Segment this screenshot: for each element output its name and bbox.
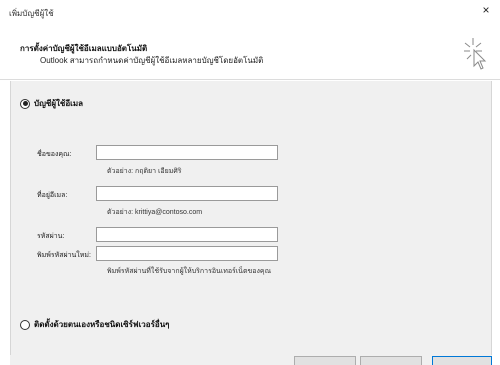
retype-password-hint: พิมพ์รหัสผ่านที่ใช้รับจากผู้ให้บริการอิน… [107,268,272,275]
retype-password-label: พิมพ์รหัสผ่านใหม่: [37,252,91,259]
name-input[interactable] [96,145,278,160]
window-title: เพิ่มบัญชีผู้ใช้ [9,9,54,18]
dialog-header: การตั้งค่าบัญชีผู้ใช้อีเมลแบบอัตโนมัติ O… [0,24,500,80]
manual-setup-label: ติดตั้งด้วยตนเองหรือชนิดเซิร์ฟเวอร์อื่นๆ [34,320,170,329]
title-bar: เพิ่มบัญชีผู้ใช้ × [0,0,500,24]
radio-selected[interactable] [20,98,30,109]
email-account-radio[interactable]: บัญชีผู้ใช้อีเมล [20,97,83,110]
header-subtitle: Outlook สามารถกำหนดค่าบัญชีผู้ใช้อีเมลหล… [40,56,264,65]
name-label: ชื่อของคุณ: [37,151,72,158]
password-label: รหัสผ่าน: [37,233,65,240]
close-button[interactable]: × [478,2,494,18]
password-input[interactable] [96,227,278,242]
radio-dot [22,101,28,106]
sparkle-cursor-icon [464,38,487,70]
email-account-label: บัญชีผู้ใช้อีเมล [34,99,84,108]
radio-unselected[interactable] [20,319,30,330]
name-hint: ตัวอย่าง: กฤติยา เอียมศิริ [107,168,182,175]
email-label: ที่อยู่อีเมล: [37,192,68,199]
email-hint: ตัวอย่าง: krittiya@contoso.com [107,209,203,216]
email-input[interactable] [96,186,278,201]
cancel-button[interactable] [432,356,492,365]
back-button[interactable] [294,356,356,365]
next-button[interactable] [360,356,422,365]
retype-password-input[interactable] [96,246,278,261]
manual-setup-radio[interactable]: ติดตั้งด้วยตนเองหรือชนิดเซิร์ฟเวอร์อื่นๆ [20,318,169,331]
